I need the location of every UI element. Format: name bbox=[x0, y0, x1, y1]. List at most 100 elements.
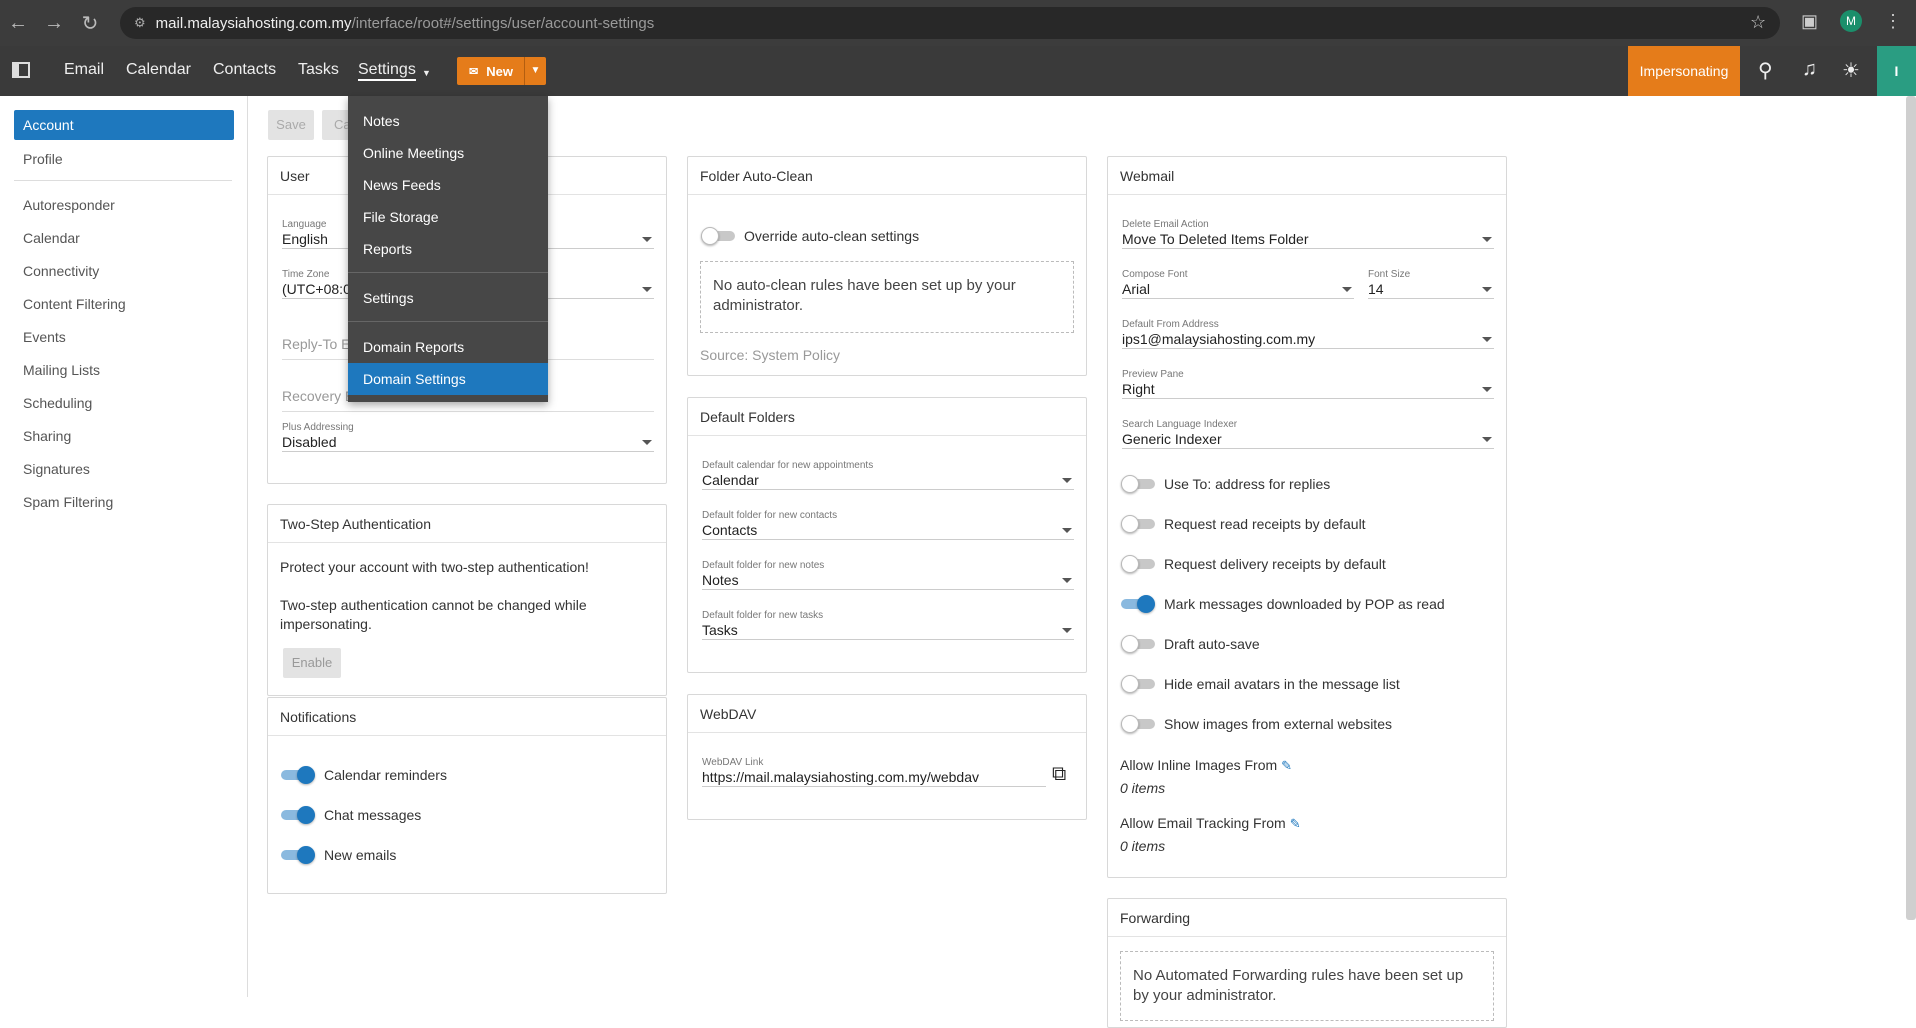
chevron-down-icon bbox=[1062, 578, 1072, 583]
menu-item-file-storage[interactable]: File Storage bbox=[348, 201, 548, 233]
read-receipts-toggle[interactable] bbox=[1121, 515, 1155, 533]
sidebar-item-mailing-lists[interactable]: Mailing Lists bbox=[14, 355, 234, 385]
search-icon[interactable]: ⚲ bbox=[1758, 58, 1773, 83]
default-calendar-select[interactable]: Default calendar for new appointments Ca… bbox=[702, 460, 1074, 490]
override-auto-clean-toggle[interactable] bbox=[701, 227, 735, 245]
edit-pencil-icon[interactable]: ✎ bbox=[1281, 758, 1292, 773]
chevron-down-icon bbox=[1482, 337, 1492, 342]
sidebar-toggle-icon[interactable] bbox=[12, 62, 30, 78]
menu-item-online-meetings[interactable]: Online Meetings bbox=[348, 137, 548, 169]
sidebar-item-account[interactable]: Account bbox=[14, 110, 234, 140]
sidebar-item-calendar[interactable]: Calendar bbox=[14, 223, 234, 253]
sidebar-item-connectivity[interactable]: Connectivity bbox=[14, 256, 234, 286]
delete-action-label: Delete Email Action bbox=[1122, 219, 1209, 230]
user-avatar[interactable]: I bbox=[1877, 46, 1916, 96]
default-folders-panel: Default Folders Default calendar for new… bbox=[687, 397, 1087, 673]
theme-sun-icon[interactable]: ☀ bbox=[1842, 58, 1860, 83]
impersonating-badge[interactable]: Impersonating bbox=[1628, 46, 1740, 96]
menu-item-domain-reports[interactable]: Domain Reports bbox=[348, 331, 548, 363]
enable-button[interactable]: Enable bbox=[283, 648, 341, 678]
default-from-select[interactable]: Default From Address ips1@malaysiahostin… bbox=[1122, 319, 1494, 349]
compose-font-label: Compose Font bbox=[1122, 269, 1188, 280]
sidebar-item-spam-filtering[interactable]: Spam Filtering bbox=[14, 487, 234, 517]
external-images-toggle[interactable] bbox=[1121, 715, 1155, 733]
search-indexer-select[interactable]: Search Language Indexer Generic Indexer bbox=[1122, 419, 1494, 449]
bell-icon[interactable]: ♫ bbox=[1802, 58, 1817, 81]
nav-settings[interactable]: Settings bbox=[358, 61, 416, 81]
two-step-line1: Protect your account with two-step authe… bbox=[280, 559, 589, 575]
notifications-title: Notifications bbox=[268, 698, 666, 736]
browser-menu-icon[interactable]: ⋮ bbox=[1884, 11, 1902, 32]
menu-item-settings[interactable]: Settings bbox=[348, 282, 548, 314]
email-tracking-label: Allow Email Tracking From bbox=[1120, 815, 1286, 831]
menu-item-reports[interactable]: Reports bbox=[348, 233, 548, 265]
edit-pencil-icon[interactable]: ✎ bbox=[1290, 816, 1301, 831]
site-info-icon[interactable]: ⚙ bbox=[134, 15, 146, 31]
default-notes-select[interactable]: Default folder for new notes Notes bbox=[702, 560, 1074, 590]
email-tracking-heading: Allow Email Tracking From ✎ bbox=[1120, 815, 1301, 832]
hide-avatars-toggle[interactable] bbox=[1121, 675, 1155, 693]
use-to-address-toggle[interactable] bbox=[1121, 475, 1155, 493]
sidebar-divider bbox=[14, 180, 232, 181]
auto-clean-panel: Folder Auto-Clean Override auto-clean se… bbox=[687, 156, 1087, 376]
search-indexer-value: Generic Indexer bbox=[1122, 431, 1222, 447]
sidebar-item-events[interactable]: Events bbox=[14, 322, 234, 352]
font-size-select[interactable]: Font Size 14 bbox=[1368, 269, 1494, 299]
new-dropdown-caret-icon[interactable]: ▼ bbox=[524, 57, 546, 85]
new-emails-label: New emails bbox=[324, 847, 397, 863]
forwarding-empty-notice: No Automated Forwarding rules have been … bbox=[1120, 951, 1494, 1021]
new-emails-toggle[interactable] bbox=[281, 846, 315, 864]
sidebar-item-content-filtering[interactable]: Content Filtering bbox=[14, 289, 234, 319]
chat-messages-toggle[interactable] bbox=[281, 806, 315, 824]
nav-email[interactable]: Email bbox=[64, 61, 104, 79]
pop-mark-read-toggle[interactable] bbox=[1121, 595, 1155, 613]
menu-item-notes[interactable]: Notes bbox=[348, 105, 548, 137]
delete-action-select[interactable]: Delete Email Action Move To Deleted Item… bbox=[1122, 219, 1494, 249]
delivery-receipts-toggle[interactable] bbox=[1121, 555, 1155, 573]
menu-item-domain-settings[interactable]: Domain Settings bbox=[348, 363, 548, 395]
sidebar-item-profile[interactable]: Profile bbox=[14, 144, 234, 174]
default-tasks-select[interactable]: Default folder for new tasks Tasks bbox=[702, 610, 1074, 640]
menu-item-news-feeds[interactable]: News Feeds bbox=[348, 169, 548, 201]
chevron-down-icon bbox=[642, 287, 652, 292]
sidebar-item-signatures[interactable]: Signatures bbox=[14, 454, 234, 484]
forwarding-title: Forwarding bbox=[1108, 899, 1506, 937]
sidebar-item-autoresponder[interactable]: Autoresponder bbox=[14, 190, 234, 220]
profile-avatar[interactable]: M bbox=[1840, 10, 1862, 32]
forward-icon[interactable]: → bbox=[36, 12, 72, 35]
plus-addressing-label: Plus Addressing bbox=[282, 422, 354, 433]
save-button[interactable]: Save bbox=[268, 110, 314, 140]
preview-pane-value: Right bbox=[1122, 381, 1155, 397]
page-scrollbar[interactable] bbox=[1906, 96, 1916, 920]
copy-icon[interactable]: ⧉ bbox=[1052, 763, 1066, 786]
plus-addressing-select[interactable]: Plus Addressing Disabled bbox=[282, 422, 654, 452]
address-bar[interactable]: ⚙ mail.malaysiahosting.com.my/interface/… bbox=[120, 7, 1780, 39]
reload-icon[interactable]: ↻ bbox=[72, 11, 108, 36]
sidebar-item-sharing[interactable]: Sharing bbox=[14, 421, 234, 451]
default-from-value: ips1@malaysiahosting.com.my bbox=[1122, 331, 1316, 347]
nav-contacts[interactable]: Contacts bbox=[213, 61, 276, 79]
language-value: English bbox=[282, 231, 328, 247]
read-receipts-label: Request read receipts by default bbox=[1164, 516, 1366, 532]
webdav-panel: WebDAV WebDAV Link https://mail.malaysia… bbox=[687, 694, 1087, 820]
chevron-down-icon bbox=[1482, 387, 1492, 392]
compose-font-select[interactable]: Compose Font Arial bbox=[1122, 269, 1354, 299]
draft-autosave-toggle[interactable] bbox=[1121, 635, 1155, 653]
back-icon[interactable]: ← bbox=[0, 12, 36, 35]
calendar-reminders-label: Calendar reminders bbox=[324, 767, 447, 783]
extensions-icon[interactable]: ▣ bbox=[1801, 11, 1818, 32]
default-from-label: Default From Address bbox=[1122, 319, 1219, 330]
bookmark-star-icon[interactable]: ☆ bbox=[1750, 12, 1766, 33]
new-button[interactable]: ✉ New ▼ bbox=[457, 57, 546, 85]
sidebar-item-scheduling[interactable]: Scheduling bbox=[14, 388, 234, 418]
two-step-panel: Two-Step Authentication Protect your acc… bbox=[267, 504, 667, 696]
delete-action-value: Move To Deleted Items Folder bbox=[1122, 231, 1309, 247]
default-contacts-select[interactable]: Default folder for new contacts Contacts bbox=[702, 510, 1074, 540]
nav-tasks[interactable]: Tasks bbox=[298, 61, 339, 79]
calendar-reminders-toggle[interactable] bbox=[281, 766, 315, 784]
nav-calendar[interactable]: Calendar bbox=[126, 61, 191, 79]
inline-images-count: 0 items bbox=[1120, 780, 1166, 796]
chevron-down-icon bbox=[1062, 478, 1072, 483]
webdav-link-field[interactable]: WebDAV Link https://mail.malaysiahosting… bbox=[702, 757, 1046, 787]
preview-pane-select[interactable]: Preview Pane Right bbox=[1122, 369, 1494, 399]
